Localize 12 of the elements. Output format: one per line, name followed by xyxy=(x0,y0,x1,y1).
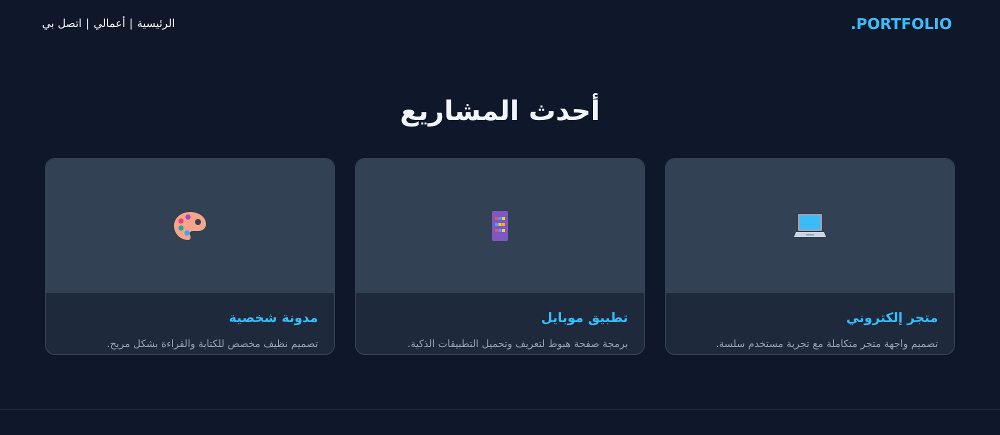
logo[interactable]: PORTFOLIO. xyxy=(850,12,952,36)
nav-link[interactable]: اتصل بي xyxy=(42,16,82,32)
nav-link[interactable]: الرئيسية xyxy=(137,16,175,32)
nav-link[interactable]: أعمالي xyxy=(93,16,126,32)
project-description: تصميم واجهة متجر متكاملة مع تجربة مستخدم سلسة. xyxy=(714,338,938,352)
project-description: برمجة صفحة هبوط لتعريف وتحميل التطبيقات الذكية. xyxy=(406,338,628,352)
nav-separator: | xyxy=(129,16,134,32)
project-title: تطبيق موبايل xyxy=(540,310,628,328)
project-description: تصميم نظيف مخصص للكتابة والقراءة بشكل مريح. xyxy=(106,338,318,352)
nav-separator: | xyxy=(86,16,90,32)
project-title: متجر إلكتروني xyxy=(845,310,938,328)
project-title: مدونة شخصية xyxy=(228,310,318,328)
